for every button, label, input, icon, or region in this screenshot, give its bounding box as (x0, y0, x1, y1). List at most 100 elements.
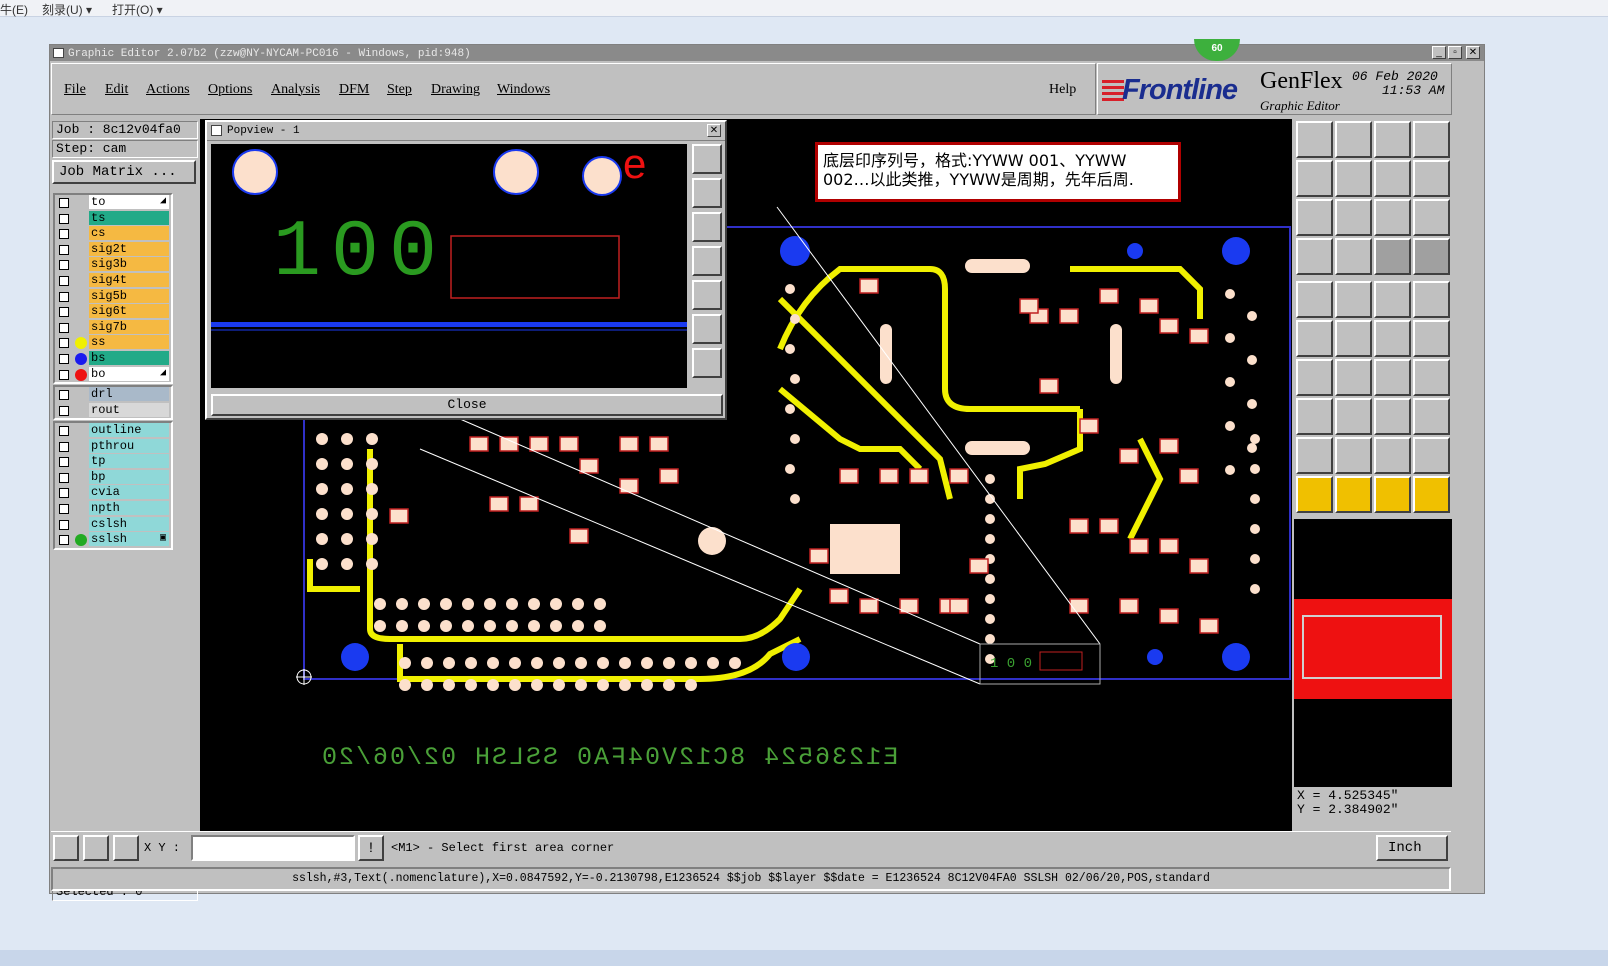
window-titlebar[interactable]: Graphic Editor 2.07b2 (zzw@NY-NYCAM-PC01… (50, 45, 1484, 61)
help-tool-icon[interactable] (1413, 199, 1450, 236)
layer-checkbox[interactable] (59, 441, 69, 452)
add-tool-icon[interactable] (1296, 398, 1333, 435)
layer-checkbox[interactable] (59, 405, 69, 416)
unit-select[interactable]: Inch (1376, 835, 1448, 861)
layer-row-cvia[interactable]: cvia (55, 485, 171, 501)
popview-close-x-button[interactable]: ✕ (707, 124, 721, 137)
fit2-tool-icon[interactable] (1335, 199, 1372, 236)
minimize-button[interactable]: _ (1432, 46, 1446, 59)
menu-step[interactable]: Step (387, 82, 412, 98)
popview-expand-button[interactable] (692, 348, 722, 378)
layer-checkbox[interactable] (59, 213, 69, 224)
layer-row-cslsh[interactable]: cslsh (55, 516, 171, 533)
layer-name[interactable]: bs (89, 350, 169, 365)
layer-checkbox[interactable] (59, 291, 69, 302)
rotate-tool-icon[interactable] (1374, 359, 1411, 396)
menu-help[interactable]: Help (1049, 82, 1076, 98)
overview-panel[interactable] (1294, 519, 1452, 787)
tri3-tool-icon[interactable] (1374, 437, 1411, 474)
zoom-area-button[interactable] (53, 835, 79, 861)
fit-tool-icon[interactable] (1296, 199, 1333, 236)
layer-row-bo[interactable]: bo ◢ (55, 366, 171, 383)
layer-name[interactable]: sig2t (89, 241, 169, 256)
layer-checkbox[interactable] (59, 503, 69, 514)
ruler-tool-icon[interactable] (1374, 281, 1411, 318)
move-tool-icon[interactable] (1374, 320, 1411, 357)
layer-name[interactable]: sig3b (89, 257, 169, 272)
snap-tool-icon[interactable] (1413, 160, 1450, 197)
cursor2-tool-icon[interactable] (1335, 476, 1372, 513)
mirror-tool-icon[interactable] (1413, 398, 1450, 435)
layer-row-sig7b[interactable]: sig7b (55, 319, 171, 336)
layer-name[interactable]: rout (89, 402, 169, 417)
layer-row-bs[interactable]: bs (55, 350, 171, 367)
menu-file[interactable]: File (64, 82, 86, 98)
right-tool-icon[interactable] (1335, 160, 1372, 197)
menu-edit[interactable]: Edit (105, 82, 128, 98)
layer-checkbox[interactable] (59, 244, 69, 255)
layer-name[interactable]: cs (89, 226, 169, 241)
tri2-tool-icon[interactable] (1335, 437, 1372, 474)
layer-name[interactable]: sig4t (89, 272, 169, 287)
attach-tool-icon[interactable] (1374, 398, 1411, 435)
layer-row-pthrou[interactable]: pthrou (55, 438, 171, 455)
layer-row-sig5b[interactable]: sig5b (55, 288, 171, 305)
cross-tool-icon[interactable] (1335, 320, 1372, 357)
connect-tool-icon[interactable] (1296, 320, 1333, 357)
maximize-button[interactable]: ▫ (1448, 46, 1462, 59)
host-menu-edit[interactable]: 牛(E) (0, 1, 28, 18)
swap-tool-icon[interactable] (1374, 160, 1411, 197)
layer-row-sig2t[interactable]: sig2t (55, 241, 171, 258)
layer-name[interactable]: bo ◢ (89, 366, 169, 381)
layer-row-ts[interactable]: ts (55, 210, 171, 227)
layer-row-drl[interactable]: drl (55, 387, 171, 403)
probe-tool-icon[interactable] (1374, 238, 1411, 275)
layer-row-sig6t[interactable]: sig6t (55, 304, 171, 320)
layer-name[interactable]: cslsh (89, 516, 169, 531)
alert-icon[interactable]: ! (358, 835, 384, 861)
drag-tool-icon[interactable] (1413, 320, 1450, 357)
tri4-tool-icon[interactable] (1413, 437, 1450, 474)
menu-options[interactable]: Options (208, 82, 252, 98)
grid-tool-icon[interactable] (1335, 238, 1372, 275)
settings-tool-icon[interactable] (1296, 238, 1333, 275)
popview-fit-button[interactable] (692, 314, 722, 344)
layer-name[interactable]: outline (89, 423, 169, 437)
tri1-tool-icon[interactable] (1296, 437, 1333, 474)
layer-name[interactable]: pthrou (89, 438, 169, 453)
layer-row-sslsh[interactable]: sslsh ▣ (55, 532, 171, 548)
layer-name[interactable]: ss (89, 335, 169, 350)
layer-name[interactable]: drl (89, 387, 169, 401)
layer-checkbox[interactable] (59, 519, 69, 530)
flip-tool-icon[interactable] (1413, 359, 1450, 396)
layer-checkbox[interactable] (59, 472, 69, 483)
host-menu-burn[interactable]: 刻录(U) ▾ (42, 1, 92, 18)
layer-checkbox[interactable] (59, 488, 69, 499)
layer-name[interactable]: npth (89, 500, 169, 515)
layer-checkbox[interactable] (59, 229, 69, 240)
layer-name[interactable]: tp (89, 454, 169, 469)
job-matrix-button[interactable]: Job Matrix ... (52, 160, 196, 184)
layer-checkbox[interactable] (59, 390, 69, 400)
menu-drawing[interactable]: Drawing (431, 82, 480, 98)
layer-row-sig4t[interactable]: sig4t (55, 272, 171, 289)
layer-checkbox[interactable] (59, 307, 69, 318)
minus-tool-icon[interactable] (1335, 398, 1372, 435)
export-tool-icon[interactable] (1296, 121, 1333, 158)
layer-row-tp[interactable]: tp (55, 454, 171, 470)
cursor4-tool-icon[interactable] (1413, 476, 1450, 513)
layer-name[interactable]: sig7b (89, 319, 169, 334)
layer-row-sig3b[interactable]: sig3b (55, 257, 171, 273)
probe2-tool-icon[interactable] (1413, 238, 1450, 275)
popview-close-button[interactable]: Close (211, 394, 723, 416)
popview-canvas[interactable]: e 100 (211, 144, 687, 388)
popview-pan-down-button[interactable] (692, 212, 722, 242)
menu-dfm[interactable]: DFM (339, 82, 369, 98)
scale-tool-icon[interactable] (1374, 199, 1411, 236)
line2-tool-icon[interactable] (1335, 359, 1372, 396)
layer-name[interactable]: ts (89, 210, 169, 225)
cursor1-tool-icon[interactable] (1296, 476, 1333, 513)
layer-name[interactable]: sig5b (89, 288, 169, 303)
layer-checkbox[interactable] (59, 275, 69, 286)
menu-actions[interactable]: Actions (146, 82, 190, 98)
